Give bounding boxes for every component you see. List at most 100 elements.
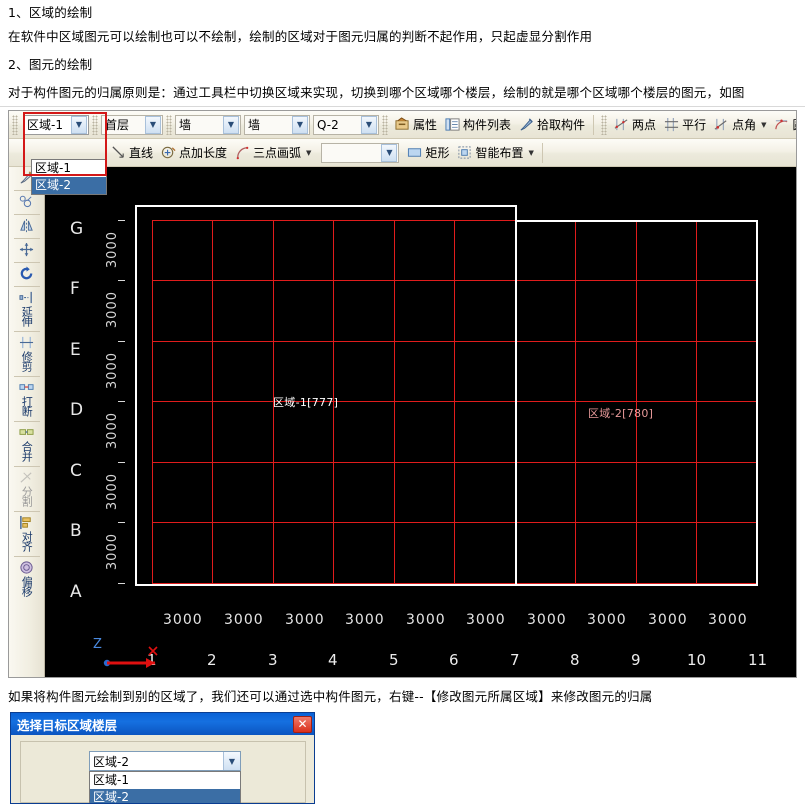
offset-curve-icon (19, 194, 34, 209)
grid-col-dim-5: 3000 (406, 612, 446, 628)
sidebar-item-trim[interactable]: 修剪 (19, 335, 34, 371)
two-point-icon (614, 117, 629, 132)
pick-component-button[interactable]: 拾取构件 (515, 114, 589, 136)
grid-col-label-2: 2 (207, 651, 217, 669)
sidebar-divider-10 (14, 511, 40, 512)
sidebar-item-offset[interactable]: 偏移 (19, 560, 34, 596)
sidebar-label-merge: 合并 (21, 441, 33, 461)
grid-col-label-11: 11 (748, 651, 767, 669)
chevron-down-icon[interactable]: ▼ (528, 149, 533, 157)
tick-F (118, 280, 125, 281)
region-option-2[interactable]: 区域-2 (32, 177, 106, 194)
close-icon[interactable]: ✕ (293, 716, 312, 733)
dialog-region-dropdown-list[interactable]: 区域-1 区域-2 (89, 771, 241, 804)
type-combo[interactable]: 墙 ▼ (244, 115, 310, 135)
draw-mode-combo[interactable]: ▼ (321, 143, 399, 163)
sidebar-divider-5 (14, 286, 40, 287)
chevron-down-icon[interactable]: ▼ (223, 116, 239, 134)
region-combo[interactable]: 区域-1 ▼ (23, 115, 89, 135)
grid-col-dim-3: 3000 (285, 612, 325, 628)
parallel-button[interactable]: 平行 (660, 114, 710, 136)
chevron-down-icon[interactable]: ▼ (223, 752, 240, 770)
line-button[interactable]: 直线 (107, 142, 157, 164)
toolbar-grip-icon[interactable] (12, 115, 18, 135)
tick-B (118, 522, 125, 523)
grid-col-dim-1: 3000 (163, 612, 203, 628)
member-combo[interactable]: Q-2 ▼ (313, 115, 379, 135)
chevron-down-icon[interactable]: ▼ (361, 116, 377, 134)
chevron-down-icon[interactable]: ▼ (761, 121, 766, 129)
offset-icon (19, 560, 34, 575)
smart-layout-button[interactable]: 智能布置 ▼ (453, 142, 537, 164)
chevron-down-icon[interactable]: ▼ (381, 144, 397, 162)
chevron-down-icon[interactable]: ▼ (71, 116, 87, 134)
grid-row-dim-5: 3000 (105, 473, 120, 510)
rectangle-icon (407, 145, 422, 160)
doc-heading-1: 1、区域的绘制 (8, 2, 92, 21)
region-2-boundary[interactable] (515, 220, 758, 586)
member-combo-value: Q-2 (317, 118, 361, 132)
sidebar-item-offset-curve[interactable] (19, 194, 34, 209)
arc-button[interactable]: 圆弧 (770, 114, 797, 136)
sidebar-item-mirror[interactable] (19, 218, 34, 233)
smart-layout-icon (457, 145, 472, 160)
tick-C (118, 462, 125, 463)
type-combo-value: 墙 (248, 116, 292, 133)
three-point-arc-button[interactable]: 三点画弧 ▼ (231, 142, 315, 164)
pick-component-label: 拾取构件 (537, 116, 585, 133)
sidebar-label-extend: 延伸 (21, 306, 33, 326)
sidebar-item-align[interactable]: 对齐 (19, 515, 34, 551)
point-length-icon (161, 145, 176, 160)
grid-col-dim-10: 3000 (708, 612, 748, 628)
dialog-region-option-1[interactable]: 区域-1 (90, 772, 240, 789)
sidebar-divider-11 (14, 556, 40, 557)
point-angle-button[interactable]: 点角 ▼ (710, 114, 770, 136)
component-list-icon (445, 117, 460, 132)
align-icon (19, 515, 34, 530)
toolbar-grip-icon-2[interactable] (92, 115, 98, 135)
sidebar-item-rotate[interactable] (19, 266, 34, 281)
properties-button[interactable]: 属性 (391, 114, 441, 136)
chevron-down-icon[interactable]: ▼ (145, 116, 161, 134)
sidebar-item-merge[interactable]: 合并 (19, 425, 34, 461)
tick-G (118, 220, 125, 221)
grid-row-label-G: G (70, 219, 83, 239)
toolbar-grip-icon-3[interactable] (166, 115, 172, 135)
grid-row-label-F: F (70, 279, 80, 299)
dialog-titlebar[interactable]: 选择目标区域楼层 ✕ (11, 713, 314, 735)
sidebar-label-break: 打断 (21, 396, 33, 416)
properties-label: 属性 (413, 116, 437, 133)
point-length-button[interactable]: 点加长度 (157, 142, 231, 164)
grid-col-dim-7: 3000 (527, 612, 567, 628)
sidebar-item-move[interactable] (19, 242, 34, 257)
floor-combo[interactable]: 首层 ▼ (101, 115, 163, 135)
doc-paragraph-2: 对于构件图元的归属原则是：通过工具栏中切换区域来实现，切换到哪个区域哪个楼层，绘… (8, 82, 745, 101)
sidebar-item-split: 分割 (19, 470, 34, 506)
chevron-down-icon[interactable]: ▼ (306, 149, 311, 157)
chevron-down-icon[interactable]: ▼ (292, 116, 308, 134)
dialog-region-combo[interactable]: 区域-2 ▼ (89, 751, 241, 771)
toolbar-row-2: 直线 点加长度 三点画弧 ▼ (9, 139, 797, 167)
toolbar-grip-icon-5[interactable] (601, 115, 607, 135)
toolbar-separator-2 (542, 143, 543, 163)
grid-row-dim-6: 3000 (105, 533, 120, 570)
grid-col-label-5: 5 (389, 651, 399, 669)
grid-col-label-3: 3 (268, 651, 278, 669)
dialog-region-option-2[interactable]: 区域-2 (90, 789, 240, 804)
two-point-button[interactable]: 两点 (610, 114, 660, 136)
sidebar-item-extend[interactable]: 延伸 (19, 290, 34, 326)
component-list-button[interactable]: 构件列表 (441, 114, 515, 136)
region-option-1[interactable]: 区域-1 (32, 160, 106, 177)
split-icon (19, 470, 34, 485)
grid-row-dim-2: 3000 (105, 291, 120, 328)
cad-canvas[interactable]: G F E D C B A 3000 3000 3000 3000 3000 3… (45, 167, 796, 678)
toolbar-grip-icon-4[interactable] (382, 115, 388, 135)
arc-label: 圆弧 (792, 116, 797, 133)
tick-E (118, 341, 125, 342)
sidebar-item-break[interactable]: 打断 (19, 380, 34, 416)
region-dropdown-list[interactable]: 区域-1 区域-2 (31, 159, 107, 195)
rectangle-button[interactable]: 矩形 (403, 142, 453, 164)
category-combo[interactable]: 墙 ▼ (175, 115, 241, 135)
grid-row-label-C: C (70, 461, 82, 481)
tick-D (118, 401, 125, 402)
